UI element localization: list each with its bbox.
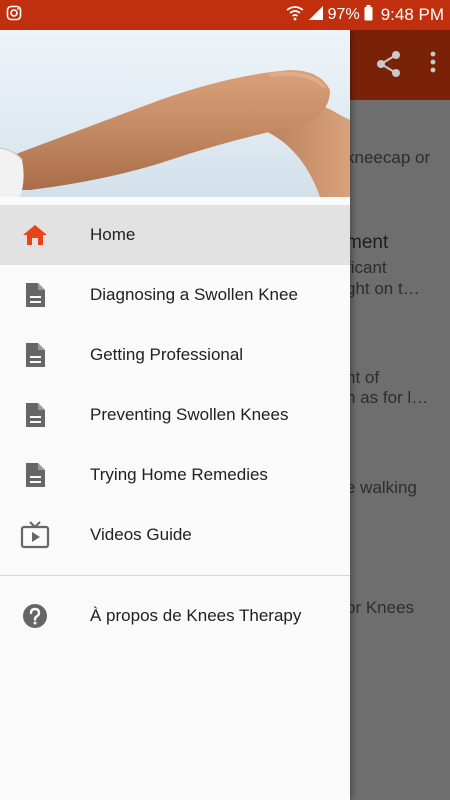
drawer-divider (0, 575, 350, 576)
instagram-icon (6, 5, 22, 26)
menu-item-label: Diagnosing a Swollen Knee (90, 285, 298, 304)
drawer-header-image (0, 30, 350, 197)
document-icon (20, 461, 50, 489)
status-bar: 97% 9:48 PM (0, 0, 450, 30)
document-icon (20, 281, 50, 309)
navigation-drawer: Home Diagnosing a Swollen Knee Getting P… (0, 30, 350, 800)
menu-item-getting-professional[interactable]: Getting Professional (0, 325, 350, 385)
signal-icon (308, 5, 324, 26)
menu-item-label: Getting Professional (90, 345, 244, 364)
help-icon (20, 602, 50, 630)
menu-item-label: Home (90, 225, 136, 244)
menu-item-label: Preventing Swollen Knees (90, 405, 289, 424)
battery-icon (364, 4, 373, 26)
share-icon[interactable] (376, 50, 402, 83)
menu-item-home[interactable]: Home (0, 205, 350, 265)
menu-item-preventing[interactable]: Preventing Swollen Knees (0, 385, 350, 445)
menu-item-label: Trying Home Remedies (90, 465, 268, 484)
menu-item-home-remedies[interactable]: Trying Home Remedies (0, 445, 350, 505)
bg-text: or Knees (346, 598, 415, 617)
bg-text: ght on t… (346, 279, 420, 298)
document-icon (20, 341, 50, 369)
battery-percent: 97% (327, 6, 360, 23)
menu-item-label: À propos de Knees Therapy (90, 606, 302, 625)
status-time: 9:48 PM (380, 5, 444, 24)
wifi-icon (286, 5, 304, 26)
bg-text: ment (346, 232, 389, 253)
menu-item-videos-guide[interactable]: Videos Guide (0, 505, 350, 565)
bg-text: n as for l… (346, 388, 429, 407)
more-vert-icon[interactable] (430, 50, 436, 83)
bg-text: e walking (346, 478, 417, 497)
bg-text: kneecap or (346, 148, 431, 167)
tv-icon (20, 521, 50, 549)
menu-item-about[interactable]: À propos de Knees Therapy (0, 586, 350, 646)
home-icon (20, 221, 50, 249)
bg-text: nt of (346, 368, 380, 387)
menu-item-diagnosing[interactable]: Diagnosing a Swollen Knee (0, 265, 350, 325)
bg-text: ficant (346, 258, 387, 277)
drawer-menu: Home Diagnosing a Swollen Knee Getting P… (0, 197, 350, 646)
menu-item-label: Videos Guide (90, 525, 192, 544)
document-icon (20, 401, 50, 429)
